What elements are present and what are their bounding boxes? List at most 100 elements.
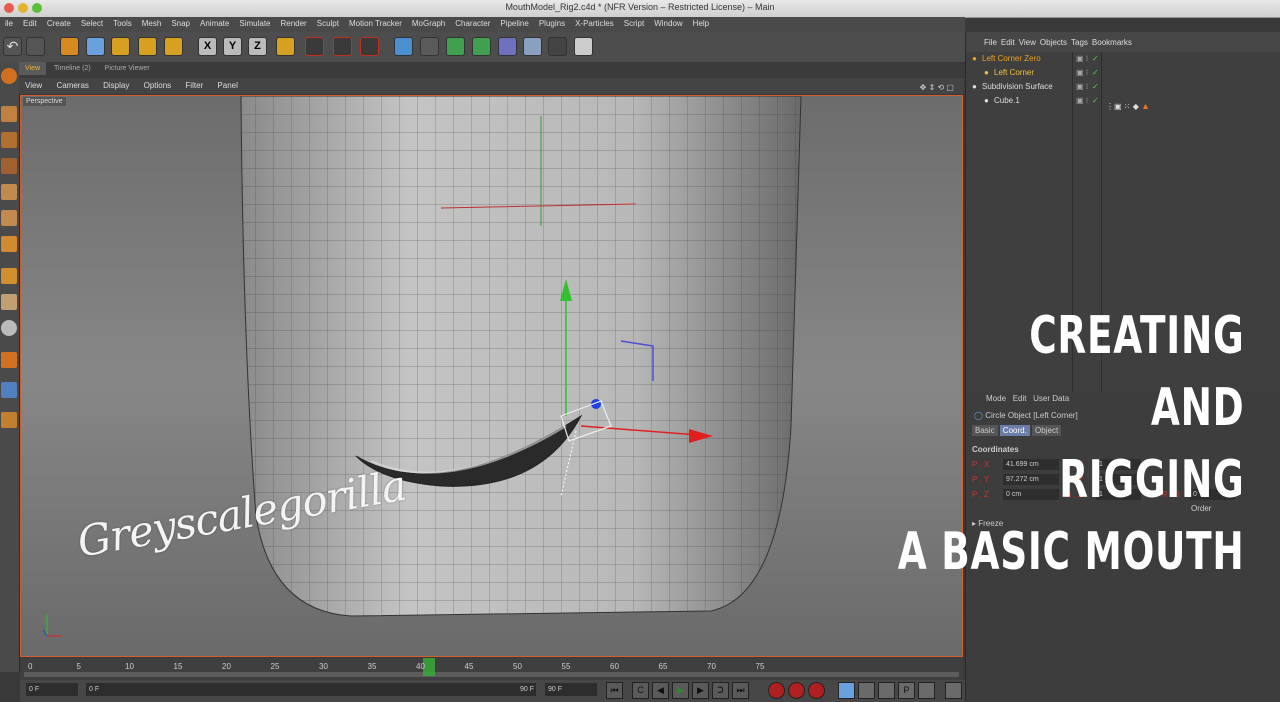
make-editable-icon[interactable]	[1, 68, 17, 84]
coordinate-system-icon[interactable]	[276, 37, 295, 56]
magnet-icon[interactable]	[1, 352, 17, 368]
next-frame-icon[interactable]: ▶	[692, 682, 709, 699]
menu-motion-tracker[interactable]: Motion Tracker	[344, 17, 407, 32]
om-menu-view[interactable]: View	[1019, 38, 1036, 47]
render-view-icon[interactable]	[305, 37, 324, 56]
menu-mesh[interactable]: Mesh	[137, 17, 167, 32]
visibility-toggle-icon[interactable]: ▣ ⁝	[1076, 80, 1088, 94]
menu-mograph[interactable]: MoGraph	[407, 17, 450, 32]
om-menu-bookmarks[interactable]: Bookmarks	[1092, 38, 1132, 47]
3d-viewport[interactable]: Perspective	[20, 95, 963, 657]
y-axis-button[interactable]: Y	[223, 37, 242, 56]
enable-check-icon[interactable]: ✓	[1092, 80, 1099, 94]
viewport-menu-panel[interactable]: Panel	[211, 78, 243, 93]
viewport-menu-filter[interactable]: Filter	[179, 78, 209, 93]
viewport-menu-display[interactable]: Display	[97, 78, 135, 93]
menu-ile[interactable]: ile	[0, 17, 18, 32]
menu-render[interactable]: Render	[275, 17, 311, 32]
viewport-menu-options[interactable]: Options	[138, 78, 178, 93]
camera-icon[interactable]	[548, 37, 567, 56]
viewport-menu-view[interactable]: View	[19, 78, 48, 93]
keyframe-selection-icon[interactable]	[808, 682, 825, 699]
redo-icon[interactable]	[26, 37, 45, 56]
menu-snap[interactable]: Snap	[166, 17, 195, 32]
menu-plugins[interactable]: Plugins	[534, 17, 570, 32]
min-range-field[interactable]: 0 F	[86, 683, 526, 696]
play-icon[interactable]: ▶	[672, 682, 689, 699]
polygons-mode-icon[interactable]	[1, 236, 17, 252]
timeline-ruler[interactable]: 0 5 10 15 20 25 30 35 40 45 50 55 60 65 70 75	[20, 658, 963, 680]
edges-mode-icon[interactable]	[1, 210, 17, 226]
scale-key-icon[interactable]	[858, 682, 875, 699]
enable-check-icon[interactable]: ✓	[1092, 52, 1099, 66]
end-frame-field[interactable]: 90 F	[545, 683, 597, 696]
lock-icon[interactable]	[1, 412, 17, 428]
om-menu-edit[interactable]: Edit	[1001, 38, 1015, 47]
model-mode-icon[interactable]	[1, 106, 17, 122]
goto-end-icon[interactable]: ⏭	[732, 682, 749, 699]
visibility-toggle-icon[interactable]: ▣ ⁝	[1076, 66, 1088, 80]
tab-view[interactable]: View	[19, 62, 47, 75]
workplane-icon[interactable]	[1, 158, 17, 174]
viewport-menu-cameras[interactable]: Cameras	[50, 78, 94, 93]
visibility-toggle-icon[interactable]: ▣ ⁝	[1076, 52, 1088, 66]
rotation-key-icon[interactable]	[878, 682, 895, 699]
menu-help[interactable]: Help	[688, 17, 714, 32]
start-frame-field[interactable]: 0 F	[26, 683, 78, 696]
select-tool-icon[interactable]	[60, 37, 79, 56]
autokey-icon[interactable]	[788, 682, 805, 699]
pla-key-icon[interactable]	[918, 682, 935, 699]
add-tool-icon[interactable]	[164, 37, 183, 56]
om-menu-file[interactable]: File	[984, 38, 997, 47]
record-icon[interactable]	[768, 682, 785, 699]
object-row[interactable]: ● Subdivision Surface ▣ ⁝ ✓	[966, 80, 1280, 94]
points-mode-icon[interactable]	[1, 184, 17, 200]
prev-key-icon[interactable]: C	[632, 682, 649, 699]
prev-frame-icon[interactable]: ◀	[652, 682, 669, 699]
texture-mode-icon[interactable]	[1, 132, 17, 148]
snap-icon[interactable]	[1, 320, 17, 336]
object-tags[interactable]: ⋮▣ ⁙ ◆ ▲	[1106, 96, 1166, 111]
enable-check-icon[interactable]: ✓	[1092, 66, 1099, 80]
light-icon[interactable]	[574, 37, 593, 56]
tab-picture-viewer[interactable]: Picture Viewer	[99, 62, 156, 75]
object-row[interactable]: ● Left Corner ▣ ⁝ ✓	[966, 66, 1280, 80]
render-picture-viewer-icon[interactable]	[333, 37, 352, 56]
tab-timeline[interactable]: Timeline (2)	[48, 62, 97, 75]
mograph-icon[interactable]	[472, 37, 491, 56]
enable-check-icon[interactable]: ✓	[1092, 94, 1099, 108]
warning-tag-icon[interactable]: ▲	[1141, 101, 1150, 111]
tweak-mode-icon[interactable]	[1, 294, 17, 310]
viewport-nav-icons[interactable]: ✥ ⇕ ⟲ ▢	[914, 80, 960, 95]
undo-icon[interactable]: ↶	[3, 37, 22, 56]
object-row[interactable]: ● Left Corner Zero ▣ ⁝ ✓	[966, 52, 1280, 66]
menu-edit[interactable]: Edit	[18, 17, 42, 32]
menu-animate[interactable]: Animate	[195, 17, 234, 32]
visibility-toggle-icon[interactable]: ▣ ⁝	[1076, 94, 1088, 108]
scheme-icon[interactable]	[945, 682, 962, 699]
rotate-tool-icon[interactable]	[138, 37, 157, 56]
subdivision-icon[interactable]	[446, 37, 465, 56]
render-settings-icon[interactable]	[360, 37, 379, 56]
menu-script[interactable]: Script	[619, 17, 649, 32]
menu-sculpt[interactable]: Sculpt	[312, 17, 344, 32]
param-key-icon[interactable]: P	[898, 682, 915, 699]
goto-start-icon[interactable]: ⏮	[606, 682, 623, 699]
menu-x-particles[interactable]: X-Particles	[570, 17, 619, 32]
om-menu-tags[interactable]: Tags	[1071, 38, 1088, 47]
menu-select[interactable]: Select	[76, 17, 108, 32]
menu-character[interactable]: Character	[450, 17, 495, 32]
menu-window[interactable]: Window	[649, 17, 687, 32]
tag-icons[interactable]: ⋮▣ ⁙ ◆	[1106, 102, 1141, 111]
x-axis-button[interactable]: X	[198, 37, 217, 56]
om-menu-objects[interactable]: Objects	[1040, 38, 1067, 47]
position-key-icon[interactable]	[838, 682, 855, 699]
cube-primitive-icon[interactable]	[394, 37, 413, 56]
quantize-icon[interactable]	[1, 382, 17, 398]
pen-spline-icon[interactable]	[420, 37, 439, 56]
scale-tool-icon[interactable]	[111, 37, 130, 56]
move-tool-icon[interactable]	[86, 37, 105, 56]
z-axis-button[interactable]: Z	[248, 37, 267, 56]
axis-mode-icon[interactable]	[1, 268, 17, 284]
floor-icon[interactable]	[523, 37, 542, 56]
